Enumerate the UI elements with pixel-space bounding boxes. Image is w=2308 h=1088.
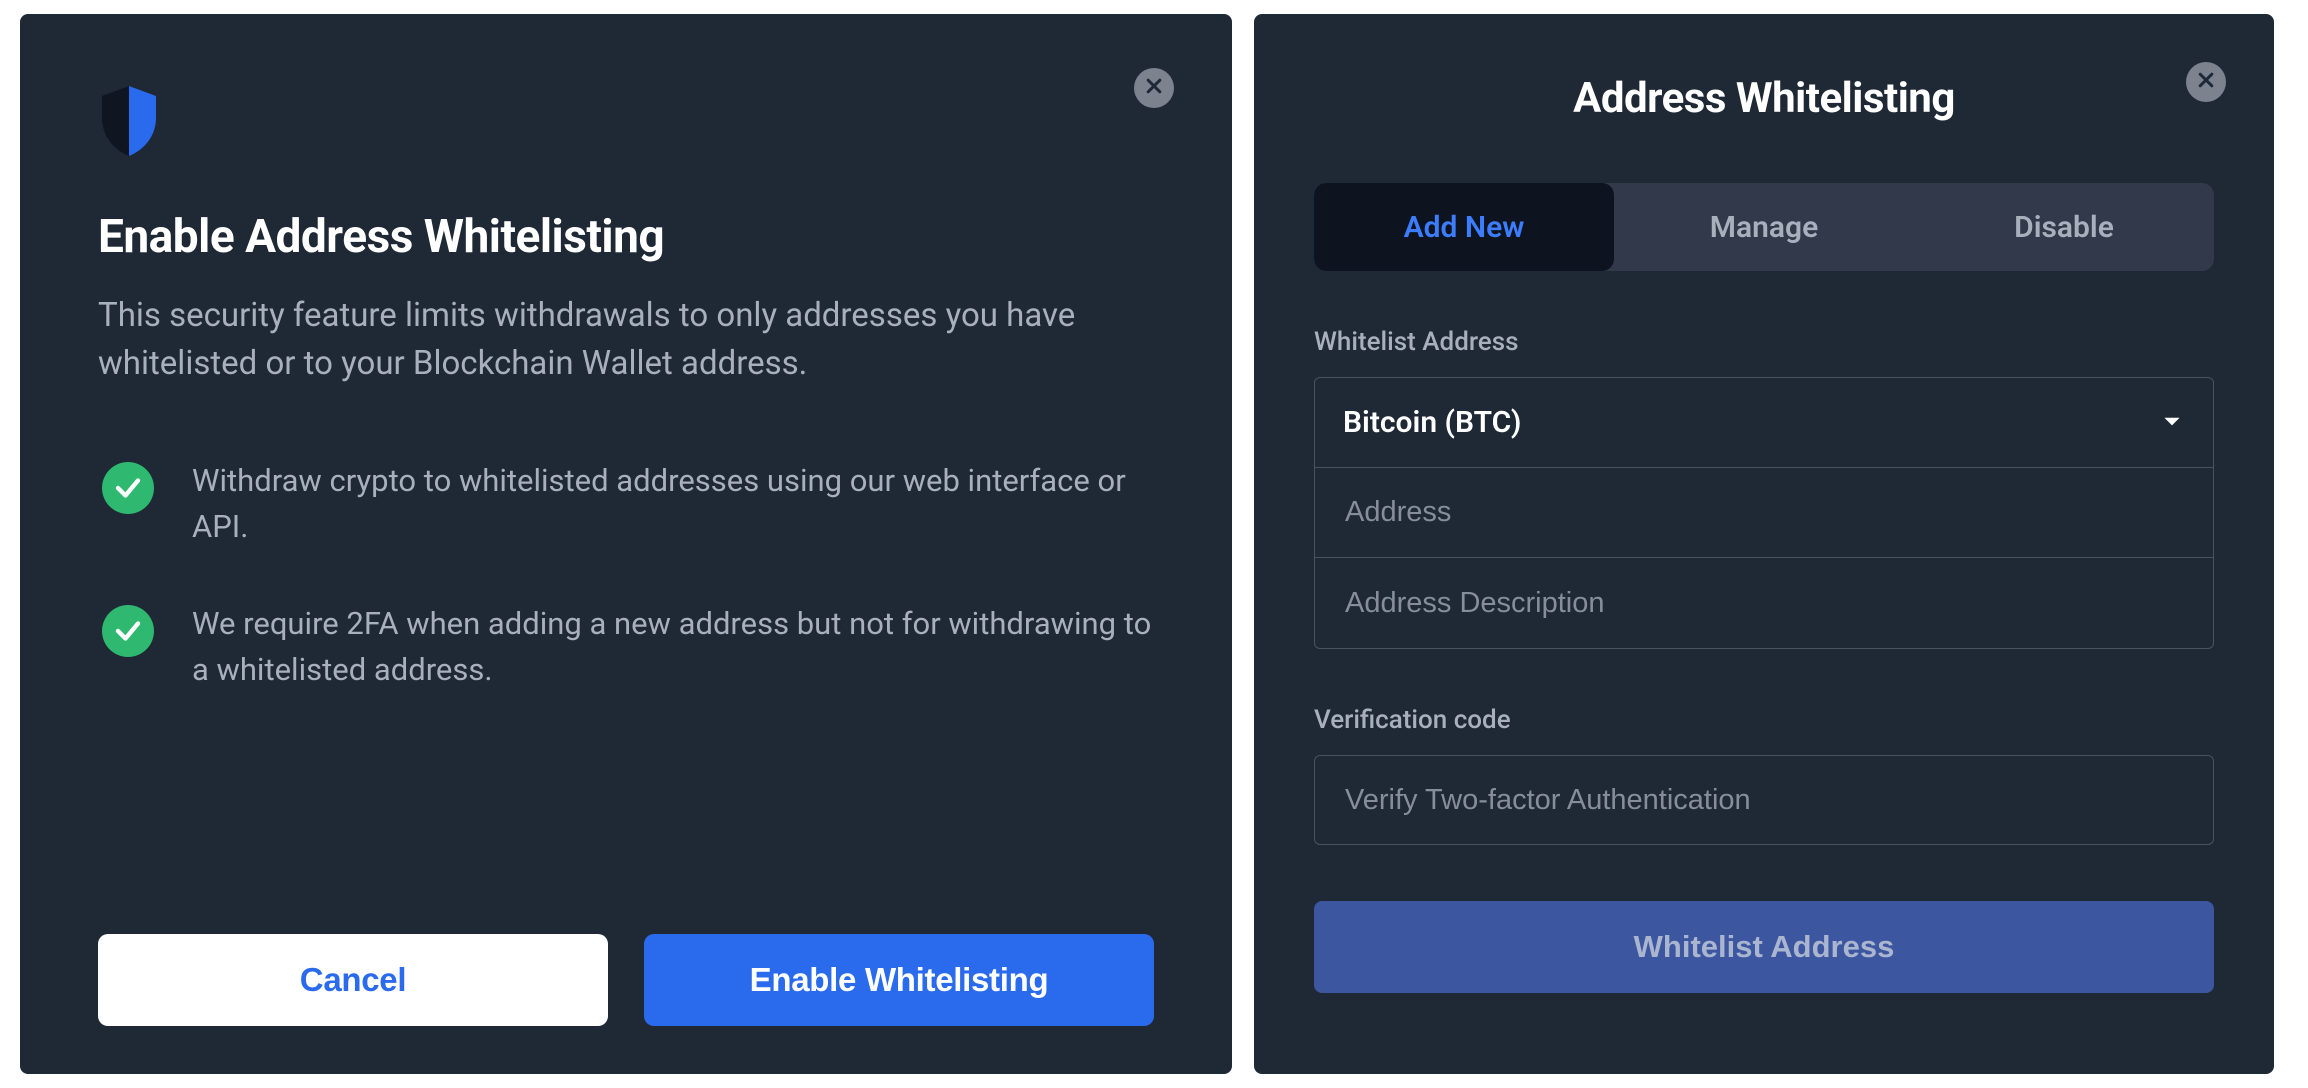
modal-description: This security feature limits withdrawals… [98, 292, 1154, 388]
whitelist-field-group: Bitcoin (BTC) [1314, 377, 2214, 649]
tab-add-new[interactable]: Add New [1314, 183, 1614, 271]
chevron-down-icon [2159, 408, 2185, 438]
enable-whitelisting-modal: Enable Address Whitelisting This securit… [20, 14, 1232, 1074]
feature-text: Withdraw crypto to whitelisted addresses… [192, 458, 1154, 551]
tab-disable[interactable]: Disable [1914, 183, 2214, 271]
close-button-right[interactable] [2186, 62, 2226, 102]
check-icon [102, 605, 154, 657]
currency-select[interactable]: Bitcoin (BTC) [1315, 378, 2213, 468]
tab-manage[interactable]: Manage [1614, 183, 1914, 271]
panel-title: Address Whitelisting [1314, 74, 2214, 123]
address-whitelisting-panel: Address Whitelisting Add New Manage Disa… [1254, 14, 2274, 1074]
verification-field [1314, 755, 2214, 845]
currency-selected-value: Bitcoin (BTC) [1343, 405, 1521, 440]
enable-whitelisting-button[interactable]: Enable Whitelisting [644, 934, 1154, 1026]
modal-title: Enable Address Whitelisting [98, 210, 1154, 264]
feature-item: We require 2FA when adding a new address… [98, 601, 1154, 694]
check-icon [102, 462, 154, 514]
whitelist-section-label: Whitelist Address [1314, 327, 2214, 357]
close-icon [2196, 70, 2216, 94]
cancel-button[interactable]: Cancel [98, 934, 608, 1026]
close-icon [1144, 76, 1164, 100]
verification-code-input[interactable] [1343, 783, 2185, 818]
address-description-input[interactable] [1343, 586, 2185, 621]
tab-switcher: Add New Manage Disable [1314, 183, 2214, 271]
shield-icon [98, 84, 1154, 162]
address-input[interactable] [1343, 495, 2185, 530]
verification-section-label: Verification code [1314, 705, 2214, 735]
button-row: Cancel Enable Whitelisting [98, 934, 1154, 1026]
close-button-left[interactable] [1134, 68, 1174, 108]
whitelist-address-button[interactable]: Whitelist Address [1314, 901, 2214, 993]
feature-text: We require 2FA when adding a new address… [192, 601, 1154, 694]
feature-item: Withdraw crypto to whitelisted addresses… [98, 458, 1154, 551]
